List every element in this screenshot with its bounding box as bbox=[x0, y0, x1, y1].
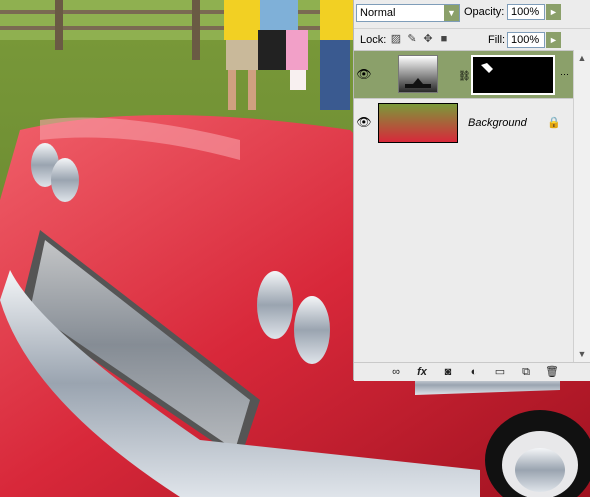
layers-panel: Normal ▼ Opacity: 100% ► Lock: ▨ ✎ ✥ ■ F… bbox=[353, 0, 590, 381]
link-icon[interactable]: ∞ bbox=[388, 365, 404, 379]
blend-mode-select[interactable]: Normal ▼ bbox=[356, 4, 460, 22]
opacity-slider-button[interactable]: ► bbox=[546, 4, 561, 20]
scroll-down-arrow-icon[interactable]: ▼ bbox=[575, 347, 589, 361]
scroll-up-arrow-icon[interactable]: ▲ bbox=[575, 51, 589, 65]
folder-icon[interactable]: ▭ bbox=[492, 365, 508, 379]
fill-field[interactable]: 100% bbox=[507, 32, 545, 48]
fill-slider-button[interactable]: ► bbox=[546, 32, 561, 48]
fill-label: Fill: bbox=[488, 34, 506, 46]
adjustment-thumbnail[interactable] bbox=[398, 55, 438, 93]
fx-icon[interactable]: fx bbox=[414, 365, 430, 379]
new-layer-icon[interactable]: ⧉ bbox=[518, 365, 534, 379]
lock-fill-row: Lock: ▨ ✎ ✥ ■ Fill: 100% ► bbox=[354, 28, 590, 51]
eye-icon[interactable]: 👁 bbox=[356, 67, 372, 81]
chain-link-icon[interactable]: ⛓ bbox=[458, 71, 471, 82]
lock-icon: 🔒 bbox=[547, 117, 561, 129]
blend-mode-value: Normal bbox=[360, 7, 396, 19]
lock-transparency-icon[interactable]: ▨ bbox=[390, 33, 402, 45]
layer-row-adjustment[interactable]: 👁 ⛓ ⋯ bbox=[354, 50, 590, 98]
opacity-label: Opacity: bbox=[464, 6, 505, 18]
mask-icon[interactable]: ◙ bbox=[440, 365, 456, 379]
background-thumbnail[interactable] bbox=[378, 103, 458, 143]
layer-mask-thumbnail[interactable] bbox=[471, 55, 555, 95]
eye-icon[interactable]: 👁 bbox=[356, 115, 372, 129]
layers-bottom-toolbar: ∞ fx ◙ ◐ ▭ ⧉ 🗑 bbox=[354, 362, 590, 381]
lock-move-icon[interactable]: ✥ bbox=[422, 33, 434, 45]
lock-all-icon[interactable]: ■ bbox=[438, 33, 450, 45]
blend-opacity-row: Normal ▼ Opacity: 100% ► bbox=[354, 0, 590, 28]
trash-icon[interactable]: 🗑 bbox=[544, 365, 560, 379]
adjustment-icon[interactable]: ◐ bbox=[466, 365, 482, 379]
lock-brush-icon[interactable]: ✎ bbox=[406, 33, 418, 45]
layer-name-background[interactable]: Background bbox=[468, 117, 527, 129]
more-icon[interactable]: ⋯ bbox=[560, 69, 569, 80]
lock-label: Lock: bbox=[360, 34, 387, 46]
opacity-field[interactable]: 100% bbox=[507, 4, 545, 20]
layer-row-background[interactable]: 👁 Background 🔒 bbox=[354, 98, 590, 146]
chevron-down-icon[interactable]: ▼ bbox=[444, 5, 459, 21]
layers-scrollbar[interactable]: ▲ ▼ bbox=[573, 50, 590, 362]
